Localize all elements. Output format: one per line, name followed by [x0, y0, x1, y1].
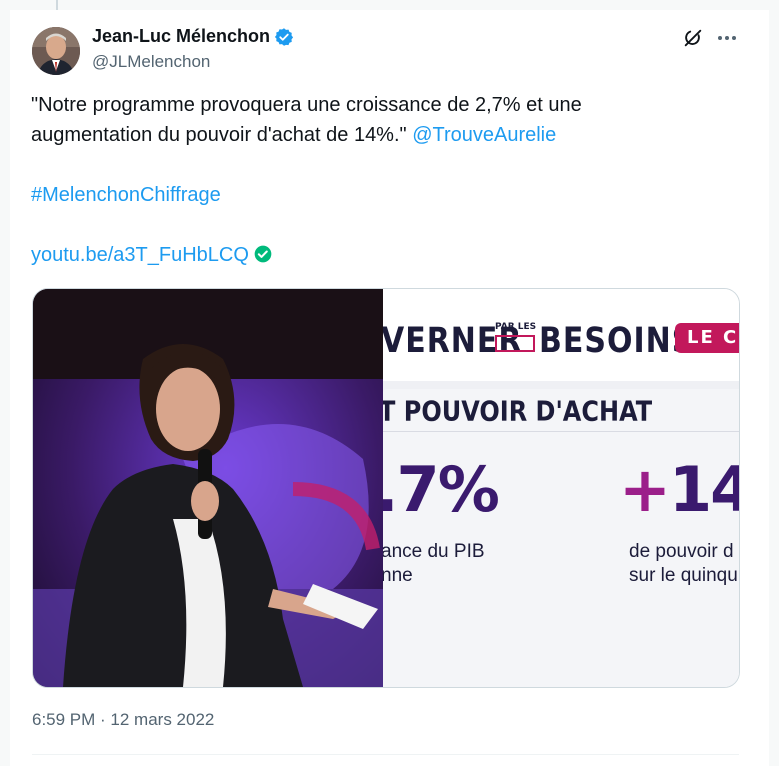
tweet-text-line2: augmentation du pouvoir d'achat de 14%."	[31, 124, 407, 146]
slide-stat-growth: .7%	[383, 453, 500, 526]
slide-header: VERNER PAR LES BESOINS LE C	[383, 289, 739, 381]
youtube-link[interactable]: youtu.be/a3T_FuHbLCQ	[31, 244, 249, 266]
tweet-text-line1: "Notre programme provoquera une croissan…	[31, 94, 582, 116]
slide-stat-plus: +	[619, 453, 671, 526]
check-circle-icon	[254, 245, 272, 263]
tweet-text: "Notre programme provoquera une croissan…	[31, 90, 731, 270]
slide-header-small: PAR LES	[495, 322, 537, 332]
verified-badge-icon	[274, 27, 294, 46]
speaker-photo	[33, 289, 383, 687]
avatar[interactable]	[32, 27, 80, 75]
slide-image: VERNER PAR LES BESOINS LE C T POUVOIR D'…	[383, 289, 739, 687]
slide-caption1-line2: nne	[383, 565, 413, 586]
mention-link[interactable]: @TrouveAurelie	[412, 124, 556, 146]
slide-stat-value: 14%	[668, 453, 739, 526]
slide-panel-divider	[383, 431, 739, 432]
slide-header-word2: BESOINS	[539, 321, 695, 362]
media-image[interactable]: VERNER PAR LES BESOINS LE C T POUVOIR D'…	[32, 288, 740, 688]
slide-panel-title: T POUVOIR D'ACHAT	[383, 395, 653, 428]
slide-caption2-line2: sur le quinqu	[629, 565, 738, 586]
slide-caption2-line1: de pouvoir d	[629, 541, 734, 562]
author-name[interactable]: Jean-Luc Mélenchon	[92, 26, 270, 47]
divider	[32, 754, 739, 755]
slide-stat-purchasing: +14%	[619, 453, 739, 526]
slide-caption1-line1: ance du PIB	[383, 541, 485, 562]
top-strip	[0, 0, 779, 10]
slide-header-box	[495, 335, 535, 352]
hashtag-link[interactable]: #MelenchonChiffrage	[31, 184, 221, 206]
slide-badge: LE C	[675, 323, 739, 353]
tweet-card[interactable]: Jean-Luc Mélenchon @JLMelenchon "Notre p…	[10, 10, 769, 766]
tweet-timestamp[interactable]: 6:59 PM · 12 mars 2022	[32, 710, 214, 730]
grok-icon[interactable]	[682, 27, 704, 49]
author-row: Jean-Luc Mélenchon	[92, 26, 294, 47]
more-icon[interactable]	[714, 26, 740, 50]
slide-panel	[383, 389, 739, 687]
author-handle[interactable]: @JLMelenchon	[92, 52, 210, 72]
thread-line	[56, 0, 58, 10]
slide-badge-text: LE C	[687, 327, 739, 348]
